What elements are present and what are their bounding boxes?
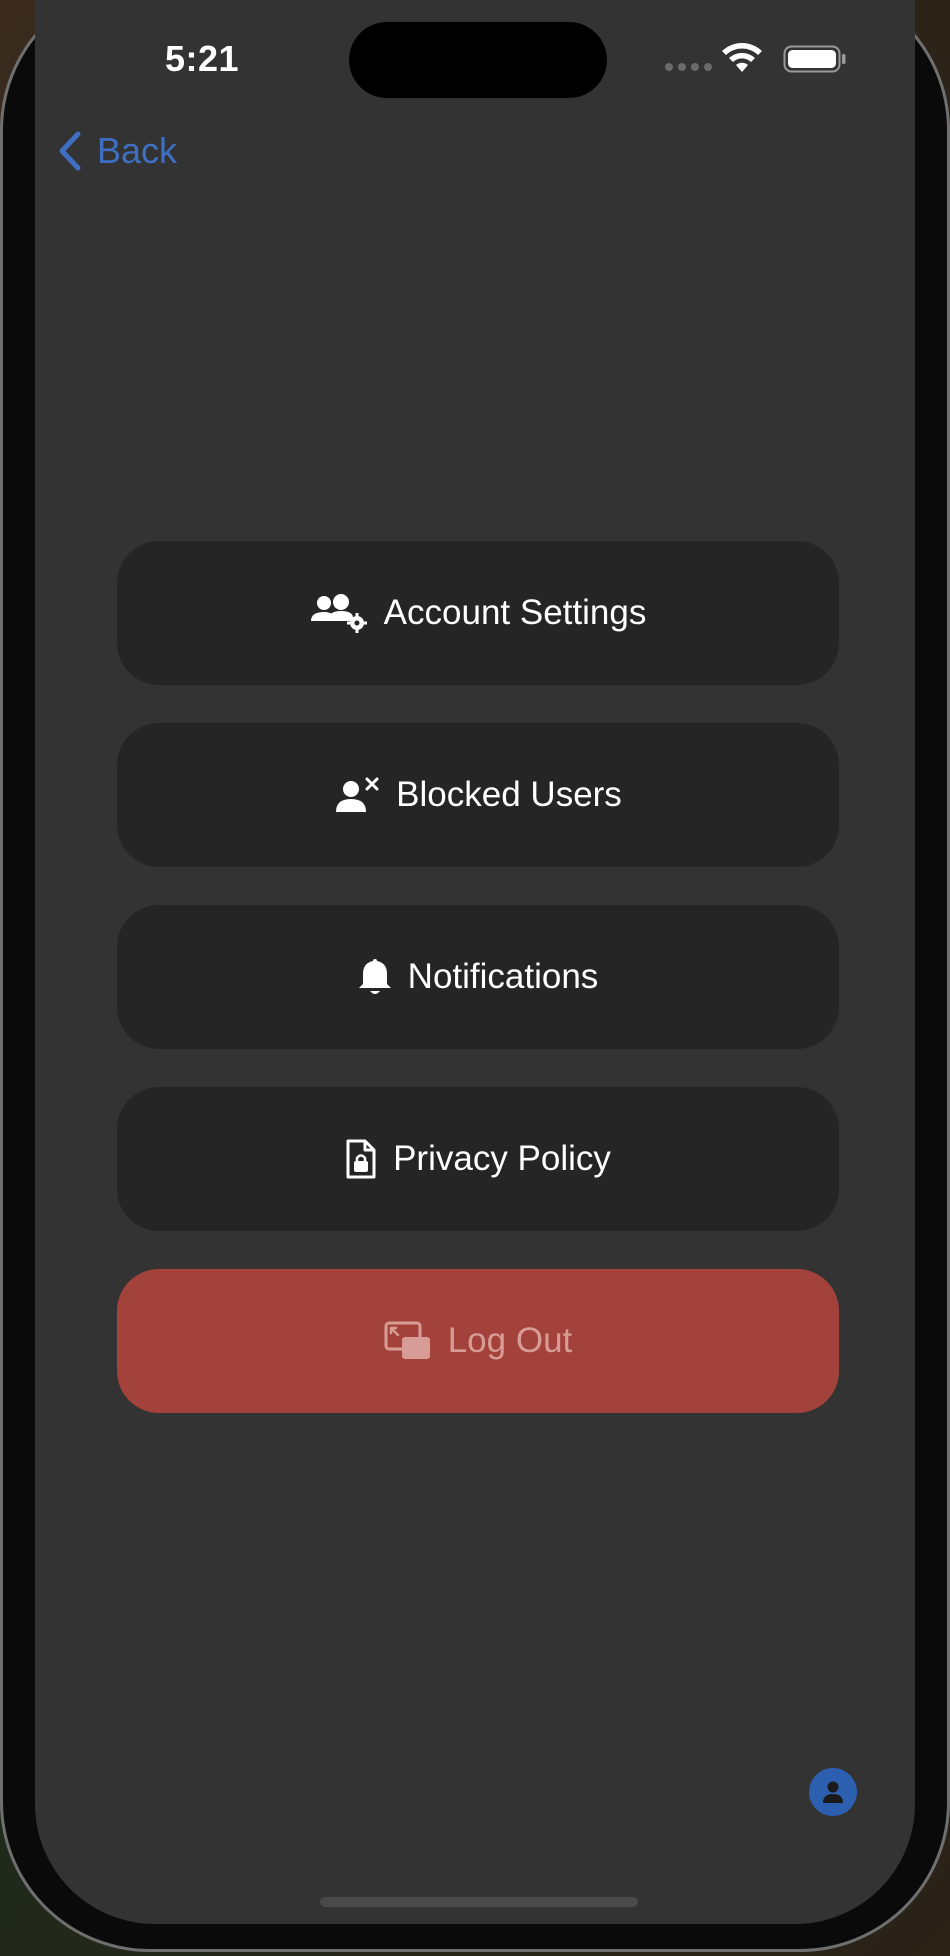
log-out-label: Log Out bbox=[447, 1321, 573, 1360]
battery-icon bbox=[783, 45, 846, 73]
notifications-label: Notifications bbox=[407, 957, 599, 996]
log-out-button[interactable]: Log Out bbox=[117, 1269, 839, 1413]
home-indicator bbox=[320, 1897, 638, 1907]
notifications-button[interactable]: Notifications bbox=[117, 905, 839, 1049]
logout-screens-icon bbox=[384, 1321, 432, 1361]
blocked-users-button[interactable]: Blocked Users bbox=[117, 723, 839, 867]
users-gear-icon bbox=[310, 593, 368, 633]
account-settings-button[interactable]: Account Settings bbox=[117, 541, 839, 685]
profile-icon bbox=[823, 1781, 843, 1803]
blocked-users-label: Blocked Users bbox=[396, 775, 622, 814]
status-bar: 5:21 bbox=[35, 0, 915, 110]
signal-icon bbox=[665, 63, 712, 71]
settings-menu: Account Settings Blocked Users Notificat… bbox=[117, 541, 839, 1451]
back-label: Back bbox=[97, 130, 178, 171]
user-x-icon bbox=[334, 776, 380, 814]
wifi-icon bbox=[722, 43, 762, 72]
account-settings-label: Account Settings bbox=[383, 593, 647, 632]
app-screen: 5:21 Back Account Settings Blocked Users… bbox=[35, 0, 915, 1924]
profile-button[interactable] bbox=[809, 1768, 857, 1816]
back-button[interactable]: Back bbox=[57, 130, 177, 172]
privacy-policy-label: Privacy Policy bbox=[393, 1139, 611, 1178]
status-time: 5:21 bbox=[165, 38, 240, 79]
privacy-policy-button[interactable]: Privacy Policy bbox=[117, 1087, 839, 1231]
dynamic-island bbox=[349, 22, 607, 98]
chevron-left-icon bbox=[59, 131, 81, 171]
document-lock-icon bbox=[345, 1139, 377, 1179]
bell-icon bbox=[358, 957, 392, 997]
